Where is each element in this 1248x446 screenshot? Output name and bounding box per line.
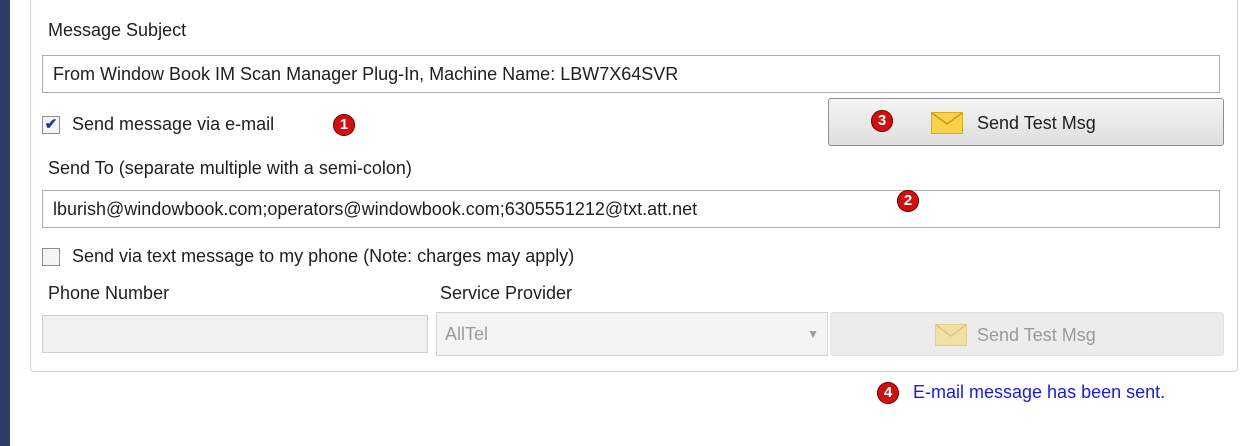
window-edge xyxy=(0,0,10,446)
send-text-label: Send via text message to my phone (Note:… xyxy=(72,246,575,266)
phone-number-label: Phone Number xyxy=(48,283,170,303)
callout-badge-4: 4 xyxy=(877,382,899,404)
send-test-email-button[interactable]: 3 Send Test Msg xyxy=(828,98,1224,146)
callout-badge-2: 2 xyxy=(897,190,919,212)
service-provider-label: Service Provider xyxy=(440,283,573,303)
send-test-email-label: Send Test Msg xyxy=(977,113,1096,133)
send-test-text-button[interactable]: Send Test Msg xyxy=(830,312,1224,356)
service-provider-value: AllTel xyxy=(445,324,489,344)
chevron-down-icon: ▼ xyxy=(807,327,819,341)
send-text-checkbox[interactable] xyxy=(42,248,60,266)
envelope-icon xyxy=(931,112,963,134)
send-to-label: Send To (separate multiple with a semi-c… xyxy=(48,158,412,178)
callout-badge-3: 3 xyxy=(871,110,893,132)
send-email-checkbox[interactable]: ✔ xyxy=(42,116,60,134)
subject-label: Message Subject xyxy=(48,20,187,40)
phone-number-field[interactable] xyxy=(42,315,428,353)
subject-field[interactable]: From Window Book IM Scan Manager Plug-In… xyxy=(42,55,1220,93)
status-message: E-mail message has been sent. xyxy=(913,382,1166,402)
service-provider-select[interactable]: AllTel ▼ xyxy=(436,312,828,356)
check-icon: ✔ xyxy=(44,116,58,133)
callout-badge-1: 1 xyxy=(333,114,355,136)
send-to-field[interactable]: lburish@windowbook.com;operators@windowb… xyxy=(42,190,1220,228)
envelope-icon xyxy=(935,324,967,346)
send-test-text-label: Send Test Msg xyxy=(977,325,1096,345)
send-email-label: Send message via e-mail xyxy=(72,114,275,134)
